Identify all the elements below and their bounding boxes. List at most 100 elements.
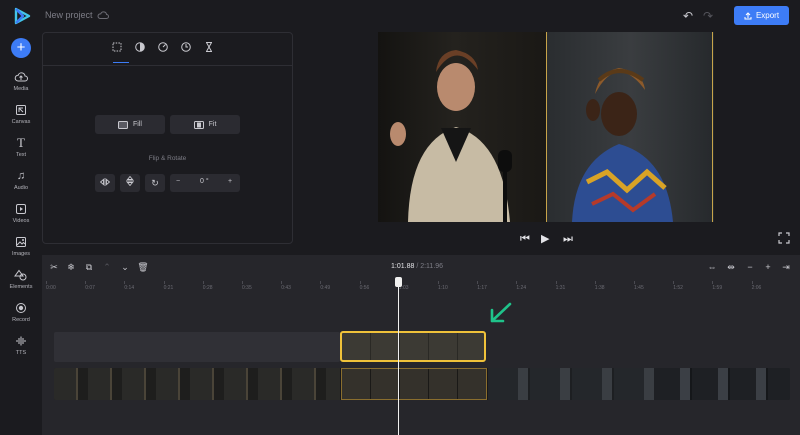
playhead-handle[interactable] bbox=[395, 277, 402, 287]
text-icon: T bbox=[17, 135, 25, 150]
ruler-tick-label: 0:00 bbox=[46, 285, 56, 291]
selected-clip[interactable] bbox=[340, 331, 486, 362]
top-bar: New project ↶ ↷ Export bbox=[0, 0, 800, 32]
split-icon[interactable]: ✂ bbox=[48, 261, 60, 273]
preview-right-scene bbox=[547, 32, 714, 222]
ruler-tick-label: 0:56 bbox=[359, 285, 370, 291]
fill-button[interactable]: Fill bbox=[95, 115, 165, 134]
tab-hourglass-icon[interactable] bbox=[203, 41, 215, 53]
export-button[interactable]: Export bbox=[734, 6, 789, 25]
video-clip-interview[interactable] bbox=[654, 368, 790, 400]
rotation-plus-button[interactable]: + bbox=[228, 178, 232, 185]
skip-back-icon[interactable]: ⏮ bbox=[520, 232, 530, 246]
fit-button[interactable]: Fit bbox=[170, 115, 240, 134]
sidebar-item-tts[interactable]: TTS bbox=[0, 334, 42, 364]
tab-speed-icon[interactable] bbox=[157, 41, 169, 53]
move-up-icon[interactable]: ⌃ bbox=[101, 261, 113, 273]
fullscreen-icon[interactable] bbox=[778, 232, 790, 244]
sidebar-item-label: TTS bbox=[15, 350, 27, 356]
sidebar-item-media[interactable]: Media bbox=[0, 70, 42, 100]
duplicate-icon[interactable]: ⧉ bbox=[83, 261, 95, 273]
sidebar-item-canvas[interactable]: Canvas bbox=[0, 103, 42, 133]
zoom-in-icon[interactable]: + bbox=[762, 261, 774, 273]
sidebar-item-audio[interactable]: ♫ Audio bbox=[0, 169, 42, 199]
video-preview[interactable] bbox=[378, 32, 714, 222]
flip-vertical-button[interactable] bbox=[120, 174, 140, 192]
image-icon bbox=[16, 237, 26, 247]
sidebar-item-text[interactable]: T Text bbox=[0, 136, 42, 166]
rotation-value[interactable]: 0 ° bbox=[200, 178, 209, 185]
tab-clock-icon[interactable] bbox=[180, 41, 192, 53]
waveform-icon bbox=[16, 336, 26, 346]
ruler-tick bbox=[163, 281, 165, 284]
sidebar-item-elements[interactable]: Elements bbox=[0, 268, 42, 298]
sidebar-item-label: Elements bbox=[9, 284, 33, 290]
time-ruler[interactable]: 0:00 0:07 0:14 0:21 0:28 0:35 0:43 0:49 0:56 1:03… bbox=[42, 281, 800, 295]
sidebar-item-record[interactable]: Record bbox=[0, 301, 42, 331]
ruler-tick-label: 0:28 bbox=[202, 285, 213, 291]
export-label: Export bbox=[755, 11, 780, 20]
video-icon bbox=[16, 204, 26, 214]
ruler-tick bbox=[359, 281, 361, 284]
video-clip-podcast[interactable] bbox=[341, 368, 487, 400]
flip-horizontal-icon bbox=[99, 178, 111, 186]
split-view-icon[interactable]: ⇹ bbox=[725, 261, 737, 273]
preview-clip-border bbox=[546, 32, 547, 222]
ruler-tick bbox=[242, 281, 243, 284]
skip-forward-icon[interactable]: ⏭ bbox=[563, 232, 573, 246]
ruler-tick-label: 1:45 bbox=[634, 285, 644, 291]
redo-icon[interactable]: ↷ bbox=[701, 9, 715, 23]
video-clip-lounge[interactable] bbox=[54, 368, 340, 400]
ruler-tick-label: 0:14 bbox=[124, 285, 135, 291]
ruler-tick-label: 1:24 bbox=[516, 285, 527, 291]
move-down-icon[interactable]: ⌄ bbox=[119, 261, 131, 273]
tab-adjust-icon[interactable] bbox=[134, 41, 146, 53]
canvas-icon bbox=[16, 105, 26, 115]
fit-timeline-icon[interactable]: ⇔ bbox=[706, 261, 718, 273]
delete-icon[interactable]: 🗑 bbox=[137, 261, 149, 273]
tab-layout-icon[interactable] bbox=[111, 41, 123, 53]
music-icon: ♫ bbox=[16, 170, 26, 182]
sidebar-item-videos[interactable]: Videos bbox=[0, 202, 42, 232]
freeze-icon[interactable]: ❄ bbox=[65, 261, 77, 273]
play-icon[interactable]: ▶ bbox=[541, 232, 549, 246]
playback-controls: ⏮ ▶ ⏭ bbox=[518, 232, 578, 246]
flip-vertical-icon bbox=[126, 175, 134, 187]
ruler-tick bbox=[46, 281, 47, 284]
ruler-tick-label: 0:49 bbox=[320, 285, 331, 291]
total-time: 2:11.96 bbox=[420, 263, 444, 270]
panel-divider bbox=[43, 65, 292, 66]
rotation-stepper[interactable]: − 0 ° + bbox=[170, 174, 240, 192]
add-media-button[interactable]: + bbox=[11, 38, 31, 58]
man-with-pen-image bbox=[390, 50, 512, 222]
ruler-tick-label: 0:35 bbox=[242, 285, 252, 291]
sidebar-item-label: Record bbox=[12, 317, 30, 323]
main-video-track[interactable] bbox=[54, 368, 790, 400]
ruler-tick bbox=[634, 281, 635, 284]
playhead[interactable] bbox=[398, 279, 399, 435]
track-empty-area[interactable] bbox=[54, 332, 340, 362]
ruler-tick bbox=[555, 281, 557, 284]
flip-horizontal-button[interactable] bbox=[95, 174, 115, 192]
time-readout: 1:01.88 / 2:11.96 bbox=[391, 263, 443, 270]
ruler-tick-label: 1:59 bbox=[712, 285, 723, 291]
undo-icon[interactable]: ↶ bbox=[681, 9, 695, 23]
properties-panel: Fill Fit Flip & Rotate ↻ − 0 ° + bbox=[42, 32, 293, 244]
app-logo-icon[interactable] bbox=[12, 6, 32, 26]
zoom-out-icon[interactable]: − bbox=[744, 261, 756, 273]
ruler-tick bbox=[673, 281, 675, 284]
timeline: ✂ ❄ ⧉ ⌃ ⌄ 🗑 1:01.88 / 2:11.96 ⇔ ⇹ − + ⇥ … bbox=[42, 255, 800, 435]
sidebar-item-images[interactable]: Images bbox=[0, 235, 42, 265]
video-editor: New project ↶ ↷ Export + Media Canvas T … bbox=[0, 0, 800, 435]
expand-timeline-icon[interactable]: ⇥ bbox=[780, 261, 792, 273]
video-clip-studio[interactable] bbox=[488, 368, 654, 400]
ruler-tick-label: 0:07 bbox=[85, 285, 95, 291]
active-tab-indicator bbox=[113, 62, 129, 63]
left-sidebar: + Media Canvas T Text ♫ Audio Videos Ima… bbox=[0, 32, 42, 435]
project-name[interactable]: New project bbox=[45, 10, 93, 20]
ruler-tick bbox=[712, 281, 714, 284]
rotate-button[interactable]: ↻ bbox=[145, 174, 165, 192]
rotation-minus-button[interactable]: − bbox=[176, 178, 180, 185]
timeline-toolbar: ✂ ❄ ⧉ ⌃ ⌄ 🗑 1:01.88 / 2:11.96 ⇔ ⇹ − + ⇥ bbox=[42, 255, 800, 279]
ruler-tick-label: 1:38 bbox=[594, 285, 605, 291]
